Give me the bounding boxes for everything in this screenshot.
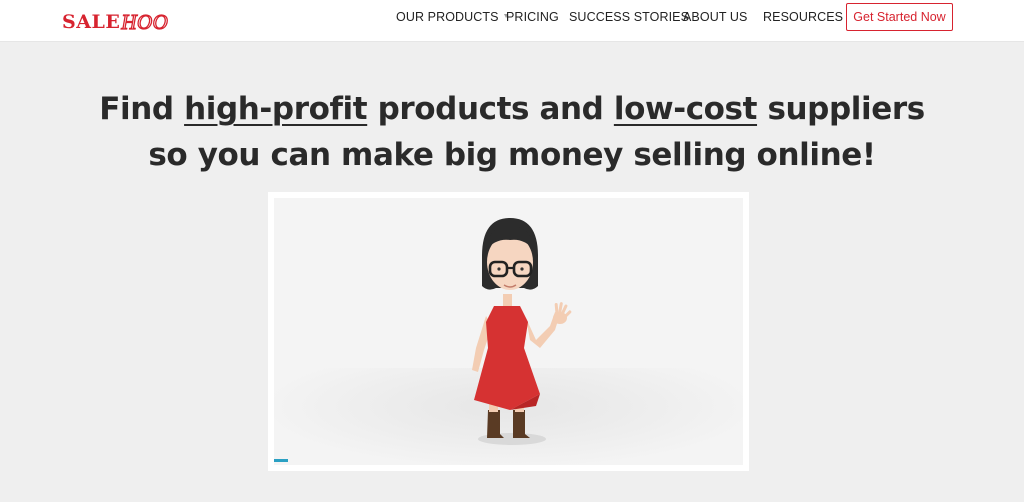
hero-text: Find xyxy=(99,91,185,127)
nav-pricing[interactable]: PRICING xyxy=(506,10,569,24)
nav-pricing-label: PRICING xyxy=(506,10,559,24)
high-profit-emphasis: high-profit xyxy=(184,91,368,127)
video-frame xyxy=(268,192,749,471)
nav-about-us[interactable]: ABOUT US xyxy=(683,10,763,24)
nav-resources[interactable]: RESOURCES ▼ xyxy=(763,10,854,24)
get-started-button[interactable]: Get Started Now xyxy=(846,3,953,31)
nav-our-products-label: OUR PRODUCTS xyxy=(396,10,499,24)
hero-text: suppliers xyxy=(757,91,925,127)
video-player[interactable] xyxy=(274,198,743,465)
nav-success-stories-label: SUCCESS STORIES xyxy=(569,10,690,24)
logo-sale-text: SALE xyxy=(62,11,121,33)
logo-hoo-text: HOO xyxy=(121,9,169,34)
animated-character-illustration xyxy=(472,218,572,445)
hero-line-1: Find high-profit products and low-cost s… xyxy=(99,91,925,127)
nav-about-us-label: ABOUT US xyxy=(683,10,748,24)
hero-line-2: so you can make big money selling online… xyxy=(148,137,876,173)
nav-resources-label: RESOURCES xyxy=(763,10,844,24)
low-cost-emphasis: low-cost xyxy=(613,91,758,127)
nav-our-products[interactable]: OUR PRODUCTS ▼ xyxy=(396,10,510,24)
video-progress-fill xyxy=(274,459,289,462)
hero-heading: Find high-profit products and low-cost s… xyxy=(0,86,1024,178)
hero-text: products and xyxy=(367,91,614,127)
video-progress-bar[interactable] xyxy=(274,459,743,462)
main-nav: OUR PRODUCTS ▼ PRICING SUCCESS STORIES A… xyxy=(396,0,854,34)
nav-success-stories[interactable]: SUCCESS STORIES xyxy=(569,10,689,24)
salehoo-logo[interactable]: SALE HOO xyxy=(62,9,168,35)
site-header: SALE HOO OUR PRODUCTS ▼ PRICING SUCCESS S… xyxy=(0,0,1024,42)
